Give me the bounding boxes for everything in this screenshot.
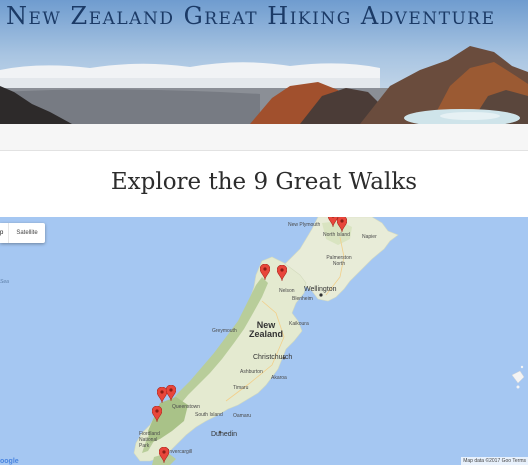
google-logo[interactable]: oogle <box>0 458 19 465</box>
map-label-palmerston-north: Palmerston North <box>326 255 352 267</box>
great-walk-marker-rakiura[interactable] <box>159 447 169 463</box>
map-type-control: p Satellite <box>0 223 45 243</box>
map-label-south-island: South Island <box>195 412 223 418</box>
great-walk-marker-kepler[interactable] <box>152 406 162 422</box>
great-walk-marker-heaphy[interactable] <box>260 264 270 280</box>
site-title[interactable]: New Zealand Great Hiking Adventure <box>6 2 496 30</box>
map-pin-icon <box>152 406 162 422</box>
map-pin-icon <box>159 447 169 463</box>
heading-section: Explore the 9 Great Walks <box>0 151 528 217</box>
map-label-christchurch: Christchurch <box>253 354 293 361</box>
map-label-kaikoura: Kaikoura <box>289 321 309 327</box>
header-banner: New Zealand Great Hiking Adventure <box>0 0 528 124</box>
map-label-ashburton: Ashburton <box>240 369 263 375</box>
map-label-akaroa: Akaroa <box>271 375 287 381</box>
map-pin-icon <box>277 265 287 281</box>
map-label-wellington: Wellington <box>304 286 337 293</box>
map-label-new-plymouth: New Plymouth <box>288 222 321 228</box>
map-type-map-button[interactable]: p <box>0 223 10 243</box>
great-walk-marker-routeburn-b[interactable] <box>166 385 176 401</box>
map-label-sea: Sea <box>0 279 9 285</box>
map-label-country-line2: Zealand <box>248 329 283 339</box>
map-pin-icon <box>166 385 176 401</box>
map-label-greymouth: Greymouth <box>212 328 237 334</box>
map-label-north-island: North Island <box>323 232 350 238</box>
map-type-satellite-button[interactable]: Satellite <box>9 223 44 243</box>
map-label-oamaru: Oamaru <box>233 413 252 419</box>
page-heading: Explore the 9 Great Walks <box>110 169 418 195</box>
map-land-layer <box>133 217 525 465</box>
map-label-new-zealand: New Zealand <box>244 321 288 339</box>
map-pin-icon <box>337 217 347 232</box>
map-label-blenheim: Blenheim <box>292 296 313 302</box>
map-label-invercargill: Invercargill <box>168 449 193 455</box>
great-walk-marker-tongariro-b[interactable] <box>337 217 347 232</box>
map-label-nelson: Nelson <box>279 288 295 294</box>
map-attribution[interactable]: Map data ©2017 Goo Terms <box>461 457 528 465</box>
nav-strip <box>0 124 528 151</box>
great-walk-marker-abel-tasman[interactable] <box>277 265 287 281</box>
map-label-napier: Napier <box>362 234 377 240</box>
map-label-dunedin: Dunedin <box>211 431 238 438</box>
map-pin-icon <box>260 264 270 280</box>
map-label-queenstown: Queenstown <box>172 404 201 410</box>
great-walks-map[interactable]: p Satellite Sea New Plymouth North Islan… <box>0 217 528 465</box>
map-label-timaru: Timaru <box>233 385 249 391</box>
